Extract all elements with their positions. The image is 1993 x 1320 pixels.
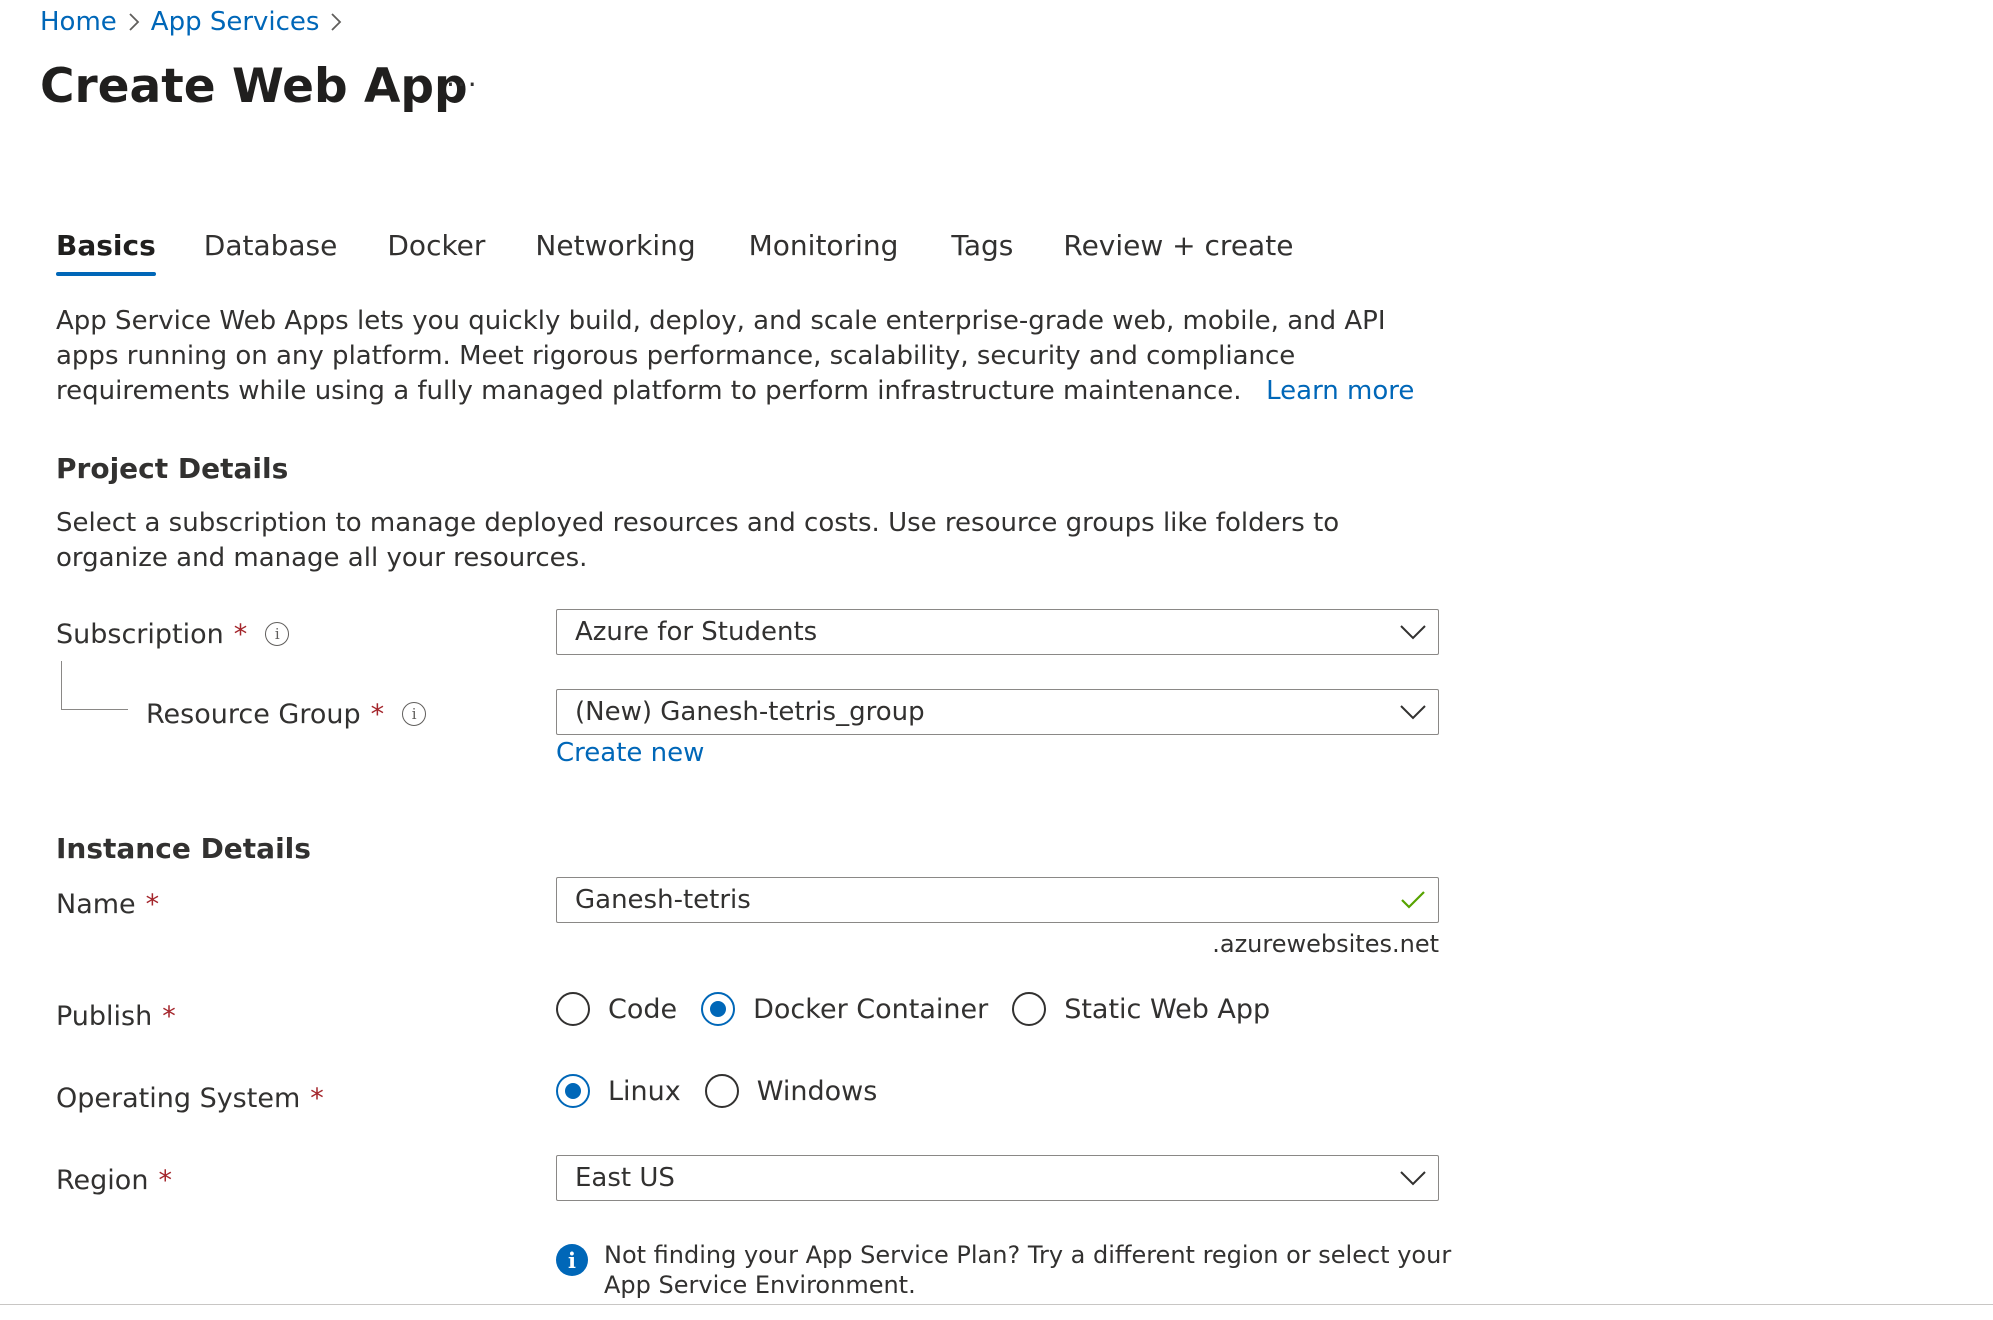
publish-option-code[interactable]: Code xyxy=(556,992,677,1026)
chevron-right-icon xyxy=(117,12,151,32)
domain-suffix: .azurewebsites.net xyxy=(1212,930,1439,958)
learn-more-link[interactable]: Learn more xyxy=(1266,376,1414,406)
publish-option-label: Code xyxy=(608,993,678,1025)
os-option-linux[interactable]: Linux xyxy=(556,1074,681,1108)
breadcrumb-home-link[interactable]: Home xyxy=(40,7,117,37)
create-new-link[interactable]: Create new xyxy=(556,738,704,768)
resource-group-label-text: Resource Group xyxy=(146,698,361,730)
publish-label-text: Publish xyxy=(56,1000,153,1032)
subscription-dropdown[interactable]: Azure for Students xyxy=(556,609,1439,655)
required-asterisk: * xyxy=(233,618,248,650)
app-service-plan-info: i Not finding your App Service Plan? Try… xyxy=(556,1240,1456,1300)
subscription-label: Subscription * i xyxy=(56,614,290,654)
publish-option-docker-container[interactable]: Docker Container xyxy=(701,992,988,1026)
os-option-windows[interactable]: Windows xyxy=(704,1074,878,1108)
name-label-text: Name xyxy=(56,888,136,920)
region-label-text: Region xyxy=(56,1164,149,1196)
chevron-down-icon xyxy=(1388,610,1438,654)
name-input[interactable]: Ganesh-tetris xyxy=(556,877,1439,923)
more-options-icon[interactable]: ··· xyxy=(446,68,479,101)
info-note-text: Not finding your App Service Plan? Try a… xyxy=(604,1241,1452,1299)
tab-docker[interactable]: Docker xyxy=(387,222,485,274)
region-value: East US xyxy=(575,1163,675,1193)
name-label: Name * xyxy=(56,884,159,924)
publish-option-static-web-app[interactable]: Static Web App xyxy=(1012,992,1270,1026)
info-circle-icon: i xyxy=(556,1244,588,1276)
info-icon[interactable]: i xyxy=(402,702,427,726)
footer-divider xyxy=(0,1304,1993,1305)
chevron-right-icon xyxy=(319,12,353,32)
os-label-text: Operating System xyxy=(56,1082,301,1114)
required-asterisk: * xyxy=(145,888,160,920)
breadcrumb: Home App Services xyxy=(40,2,353,42)
intro-description: App Service Web Apps lets you quickly bu… xyxy=(56,304,1456,409)
tab-database[interactable]: Database xyxy=(204,222,338,274)
chevron-down-icon xyxy=(1388,690,1438,734)
required-asterisk: * xyxy=(158,1164,172,1196)
project-details-description: Select a subscription to manage deployed… xyxy=(56,508,1340,573)
radio-circle-selected xyxy=(701,992,736,1026)
os-option-label: Windows xyxy=(756,1075,878,1107)
radio-circle xyxy=(704,1074,739,1108)
subscription-value: Azure for Students xyxy=(575,617,818,647)
os-label: Operating System * xyxy=(56,1078,324,1118)
resource-group-label: Resource Group * i xyxy=(146,694,427,734)
checkmark-icon xyxy=(1388,878,1438,922)
radio-circle-selected xyxy=(556,1074,590,1108)
name-value: Ganesh-tetris xyxy=(575,885,751,915)
region-label: Region * xyxy=(56,1160,172,1200)
tab-tags[interactable]: Tags xyxy=(951,222,1013,274)
page-title: Create Web App xyxy=(40,59,468,114)
project-details-heading: Project Details xyxy=(56,452,289,485)
os-radio-group: Linux Windows xyxy=(556,1069,901,1113)
required-asterisk: * xyxy=(310,1082,324,1114)
breadcrumb-app-services-link[interactable]: App Services xyxy=(151,7,320,37)
tab-networking[interactable]: Networking xyxy=(535,222,695,274)
publish-label: Publish * xyxy=(56,996,176,1036)
os-option-label: Linux xyxy=(608,1075,681,1107)
tab-monitoring[interactable]: Monitoring xyxy=(749,222,899,274)
info-icon[interactable]: i xyxy=(265,622,290,646)
chevron-down-icon xyxy=(1388,1156,1438,1200)
publish-option-label: Docker Container xyxy=(753,993,989,1025)
resource-group-dropdown[interactable]: (New) Ganesh-tetris_group xyxy=(556,689,1439,735)
radio-circle xyxy=(1012,992,1047,1026)
radio-circle xyxy=(556,992,590,1026)
tab-review-create[interactable]: Review + create xyxy=(1063,222,1293,274)
tree-connector xyxy=(61,661,128,710)
required-asterisk: * xyxy=(162,1000,176,1032)
region-dropdown[interactable]: East US xyxy=(556,1155,1439,1201)
required-asterisk: * xyxy=(370,698,385,730)
tab-basics[interactable]: Basics xyxy=(56,222,156,276)
intro-text: App Service Web Apps lets you quickly bu… xyxy=(56,306,1386,406)
subscription-label-text: Subscription xyxy=(56,618,224,650)
tab-bar: Basics Database Docker Networking Monito… xyxy=(56,222,1293,284)
resource-group-value: (New) Ganesh-tetris_group xyxy=(575,697,925,727)
publish-option-label: Static Web App xyxy=(1064,993,1271,1025)
publish-radio-group: Code Docker Container Static Web App xyxy=(556,987,1294,1031)
instance-details-heading: Instance Details xyxy=(56,832,311,865)
